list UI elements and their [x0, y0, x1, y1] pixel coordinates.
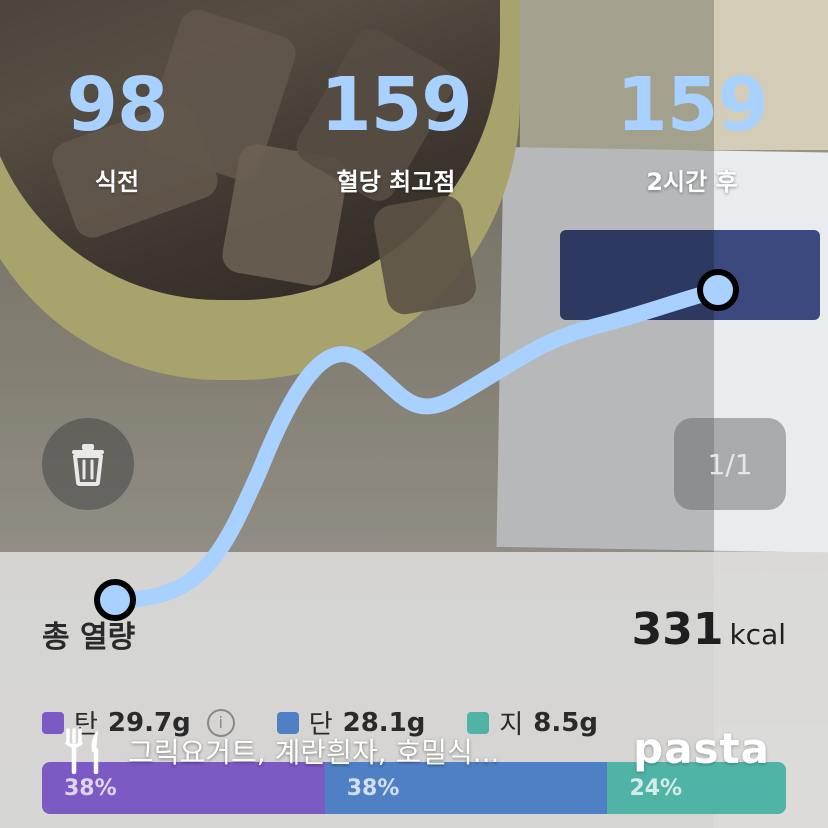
glucose-end-point [697, 269, 739, 311]
glucose-curve-line [107, 282, 726, 608]
meal-glucose-screen: 98 식전 159 혈당 최고점 159 2시간 후 1/1 총 열량 331 k… [0, 0, 828, 828]
glucose-curve [94, 269, 739, 621]
glucose-start-point [94, 579, 136, 621]
